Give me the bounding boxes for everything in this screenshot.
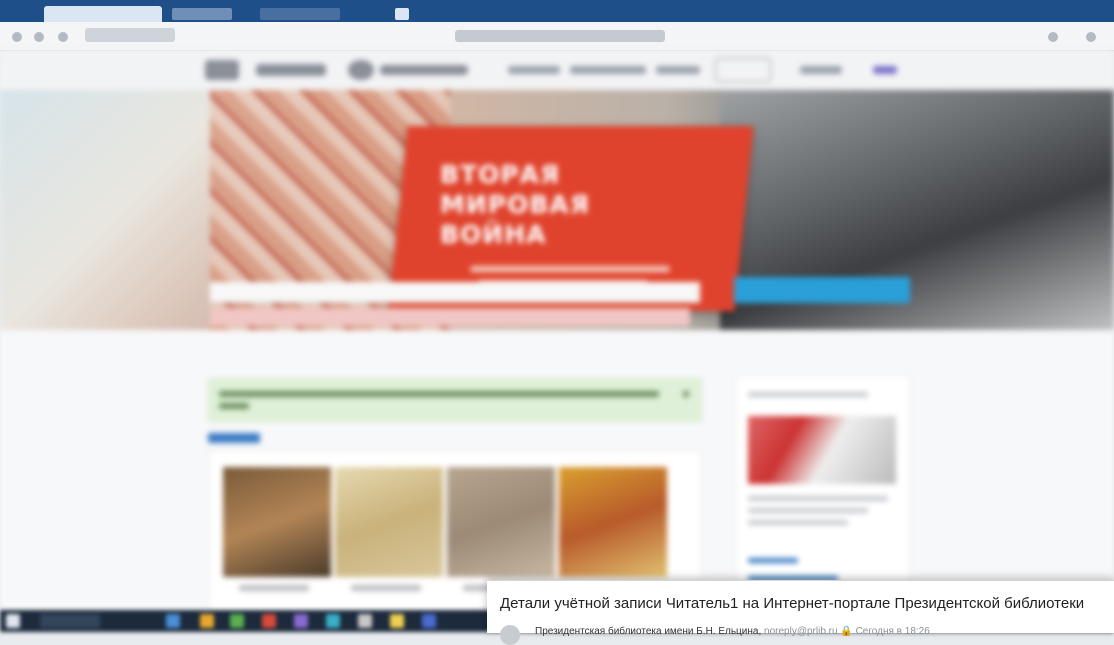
taskbar-search[interactable] (40, 614, 100, 628)
new-tab-icon[interactable] (395, 8, 409, 20)
nav-link[interactable] (656, 66, 700, 74)
partner-name (380, 65, 468, 75)
notice-text-line (219, 403, 249, 409)
nav-button[interactable] (715, 58, 771, 82)
app-icon[interactable] (166, 614, 180, 628)
email-notification[interactable]: Детали учётной записи Читатель1 на Интер… (487, 580, 1114, 645)
collection-thumb[interactable] (335, 467, 443, 577)
nav-link[interactable] (570, 66, 646, 74)
close-icon[interactable] (683, 391, 689, 397)
nav-link[interactable] (800, 66, 842, 74)
app-icon[interactable] (326, 614, 340, 628)
browser-titlebar (0, 0, 1114, 22)
search-hint (210, 308, 690, 326)
collection-thumb[interactable] (447, 467, 555, 577)
back-icon[interactable] (12, 32, 22, 42)
sidebar-image[interactable] (748, 416, 896, 484)
email-subject: Детали учётной записи Читатель1 на Интер… (500, 595, 1085, 612)
thumb-caption (351, 585, 421, 591)
page-title-bar (455, 30, 665, 42)
browser-tab[interactable] (172, 8, 232, 20)
sidebar-link[interactable] (748, 558, 798, 563)
sidebar-text-line (748, 520, 848, 525)
thumb-caption (239, 585, 309, 591)
sidebar-text-line (748, 496, 888, 501)
sidebar-heading (748, 392, 868, 397)
website-content: ВТОРАЯ МИРОВАЯ ВОЙНА (0, 50, 1114, 617)
app-icon[interactable] (262, 614, 276, 628)
site-name (256, 64, 326, 76)
start-icon[interactable] (6, 614, 20, 628)
emblem-icon (348, 60, 374, 80)
section-heading[interactable] (208, 433, 260, 443)
browser-tab-active[interactable] (44, 6, 162, 22)
menu-icon[interactable] (1086, 32, 1096, 42)
search-input[interactable] (210, 282, 700, 303)
nav-link[interactable] (508, 66, 560, 74)
browser-toolbar (0, 22, 1114, 51)
downloads-icon[interactable] (1048, 32, 1058, 42)
banner-headline: ВТОРАЯ МИРОВАЯ ВОЙНА (440, 160, 591, 249)
sender-avatar (500, 625, 520, 645)
browser-tab[interactable] (260, 8, 340, 20)
address-field[interactable] (85, 28, 175, 42)
app-icon[interactable] (422, 614, 436, 628)
app-icon[interactable] (390, 614, 404, 628)
collection-thumb[interactable] (223, 467, 331, 577)
sidebar-text-line (748, 508, 868, 513)
notice-text-line (219, 391, 659, 397)
collection-thumb[interactable] (559, 467, 667, 577)
app-icon[interactable] (200, 614, 214, 628)
app-icon[interactable] (230, 614, 244, 628)
app-icon[interactable] (358, 614, 372, 628)
language-icon[interactable] (873, 66, 897, 74)
banner-subtitle-line (470, 266, 670, 272)
forward-icon[interactable] (34, 32, 44, 42)
registration-notice (208, 378, 702, 422)
app-icon[interactable] (294, 614, 308, 628)
site-header (0, 50, 1114, 90)
site-logo[interactable] (205, 60, 239, 80)
reload-icon[interactable] (58, 32, 68, 42)
search-button[interactable] (734, 277, 910, 303)
